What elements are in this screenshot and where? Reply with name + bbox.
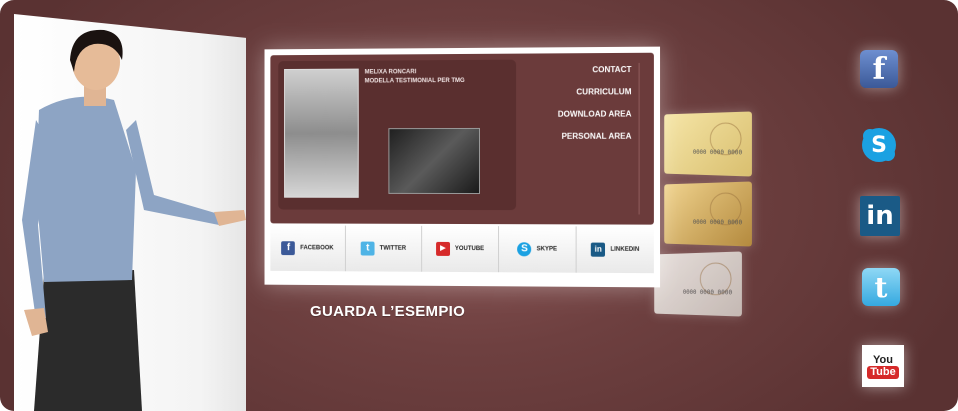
facebook-glyph: f	[872, 51, 886, 87]
guarda-esempio-link[interactable]: GUARDA L’ESEMPIO	[310, 303, 465, 320]
model-name: MELIXA RONCARI MODELLA TESTIMONIAL PER T…	[365, 68, 465, 86]
youtube-you-text: You	[873, 353, 893, 366]
model-name-line2: MODELLA TESTIMONIAL PER TMG	[364, 77, 465, 85]
social-label: LINKEDIN	[610, 246, 640, 253]
linkedin-icon: in	[591, 242, 606, 257]
social-linkedin-link[interactable]: in LINKEDIN	[577, 226, 654, 273]
youtube-tube-text: Tube	[867, 365, 899, 379]
menu-item-curriculum[interactable]: CURRICULUM	[558, 87, 631, 109]
credit-card-dark-gold: 0000 0000 0000	[664, 181, 752, 247]
menu-item-contact[interactable]: CONTACT	[558, 65, 631, 88]
mockup-menu: CONTACT CURRICULUM DOWNLOAD AREA PERSONA…	[558, 65, 632, 154]
skype-icon[interactable]: S	[860, 126, 898, 164]
model-photo-wide	[388, 127, 480, 195]
card-number: 0000 0000 0000	[692, 218, 743, 227]
mockup-social-bar: f FACEBOOK t TWITTER ▶ YOUTUBE S SKYPE i…	[270, 225, 654, 274]
menu-item-personal-area[interactable]: PERSONAL AREA	[558, 132, 632, 154]
presenter-woman-image	[22, 29, 246, 411]
linkedin-icon[interactable]: in	[860, 196, 900, 236]
facebook-icon: f	[281, 241, 296, 256]
card-number: 0000 0000 0000	[682, 288, 733, 297]
linkedin-glyph: in	[866, 201, 894, 231]
social-facebook-link[interactable]: f FACEBOOK	[270, 225, 346, 272]
twitter-icon: t	[360, 241, 375, 256]
twitter-icon[interactable]: t	[862, 268, 900, 306]
website-mockup[interactable]: MELIXA RONCARI MODELLA TESTIMONIAL PER T…	[264, 46, 661, 288]
facebook-icon[interactable]: f	[860, 50, 898, 88]
social-youtube-link[interactable]: ▶ YOUTUBE	[422, 225, 500, 273]
credit-card-silver: 0000 0000 0000	[654, 251, 742, 317]
skype-icon: S	[517, 242, 532, 257]
menu-divider	[638, 62, 640, 215]
menu-item-download-area[interactable]: DOWNLOAD AREA	[558, 109, 632, 131]
skype-glyph: S	[871, 132, 887, 158]
banner: 0000 0000 0000 0000 0000 0000 0000 0000 …	[0, 0, 958, 411]
twitter-glyph: t	[874, 270, 888, 304]
social-skype-link[interactable]: S SKYPE	[499, 226, 577, 273]
social-label: TWITTER	[379, 245, 407, 252]
social-label: SKYPE	[536, 246, 558, 253]
social-label: FACEBOOK	[300, 245, 334, 252]
card-number: 0000 0000 0000	[692, 148, 743, 157]
social-twitter-link[interactable]: t TWITTER	[345, 225, 423, 272]
mockup-page: MELIXA RONCARI MODELLA TESTIMONIAL PER T…	[270, 52, 654, 225]
social-label: YOUTUBE	[454, 245, 485, 253]
credit-card-gold: 0000 0000 0000	[664, 111, 752, 177]
youtube-icon[interactable]: You Tube	[862, 345, 904, 387]
model-photo-tall	[284, 68, 359, 198]
youtube-icon: ▶	[435, 241, 450, 256]
mockup-content-box: MELIXA RONCARI MODELLA TESTIMONIAL PER T…	[278, 59, 517, 211]
